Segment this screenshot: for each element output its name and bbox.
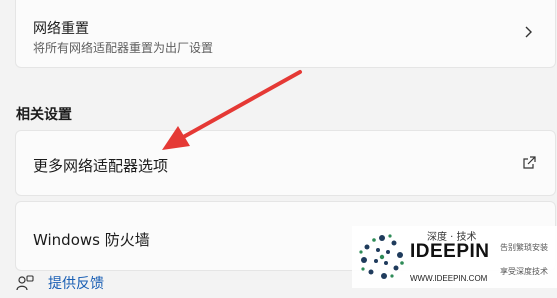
ideepin-watermark: 深度 · 技术 IDEEPIN 告别繁琐安装 享受深度技术 WWW.IDEEPI… [352,226,557,288]
open-external-icon [523,156,536,169]
more-adapter-options-title: 更多网络适配器选项 [33,157,169,175]
related-settings-heading: 相关设置 [16,107,72,123]
network-reset-title: 网络重置 [33,21,89,37]
more-adapter-options-card[interactable]: 更多网络适配器选项 [15,130,556,196]
watermark-brand: IDEEPIN [410,241,490,262]
watermark-tagline-1: 告别繁琐安装 [500,243,548,252]
watermark-url: WWW.IDEEPIN.COM [410,274,488,283]
feedback-link[interactable]: 提供反馈 [16,272,104,294]
network-reset-card[interactable]: 网络重置 将所有网络适配器重置为出厂设置 [15,0,556,68]
feedback-label: 提供反馈 [48,276,104,292]
ideepin-logo-icon [359,234,404,279]
chevron-right-icon [525,26,532,38]
windows-firewall-title: Windows 防火墙 [33,231,150,249]
watermark-tagline-2: 享受深度技术 [500,267,548,276]
network-reset-subtitle: 将所有网络适配器重置为出厂设置 [33,41,214,55]
feedback-person-icon [16,275,34,291]
